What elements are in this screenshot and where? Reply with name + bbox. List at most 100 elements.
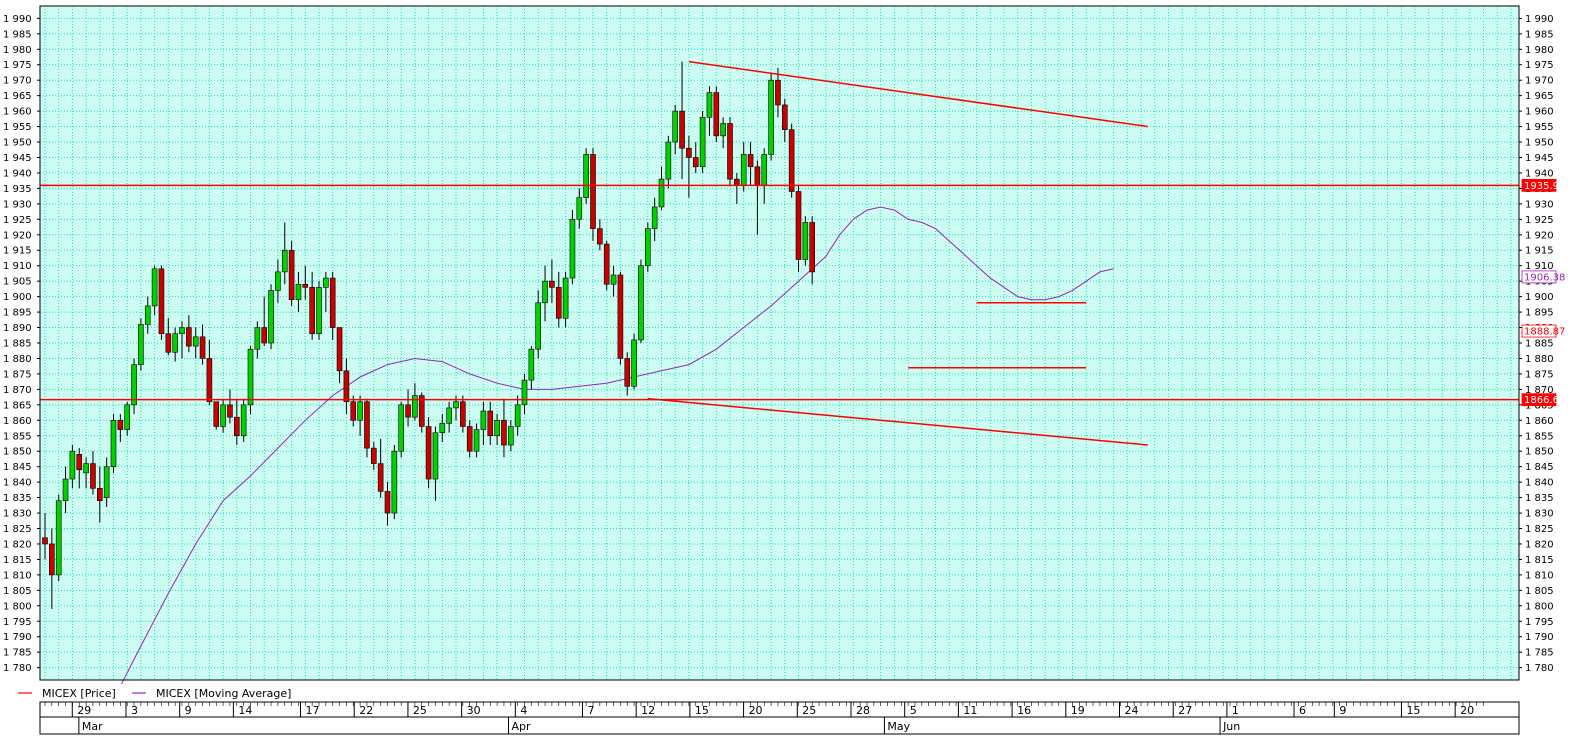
candle-body: [247, 348, 254, 406]
y-tick-label: 1 805: [3, 586, 32, 597]
candle-body: [747, 154, 754, 168]
day-label: 28: [856, 704, 870, 717]
y-tick-label: 1 955: [3, 122, 32, 133]
y-tick-label: 1 810: [3, 570, 32, 581]
day-label: 22: [359, 704, 373, 717]
candle-body: [713, 92, 720, 137]
y-tick-label: 1 820: [1525, 539, 1554, 550]
y-tick-label: 1 910: [3, 261, 32, 272]
day-label: 16: [1017, 704, 1031, 717]
y-tick-label: 1 940: [3, 168, 32, 179]
y-tick-label: 1 845: [1525, 462, 1554, 473]
date-axis: 29 3 9 14 17 22 25 30 4 7 12 15 20 25 28 5 11 16 19 24 27 1 6 9…: [39, 701, 1520, 735]
day-label: 14: [238, 704, 252, 717]
month-label: May: [887, 720, 910, 733]
candle-body: [453, 401, 459, 409]
candle-body: [329, 277, 336, 328]
candle-body: [97, 488, 103, 501]
candle-body: [302, 283, 309, 288]
left-price-axis: 1 780 1 785 1 790 1 795 1 800 1 805 1 810 1 815…: [3, 14, 40, 674]
y-tick-label: 1 950: [1525, 138, 1554, 149]
y-tick-label: 1 935: [3, 184, 32, 195]
day-label: 7: [587, 704, 594, 717]
y-tick-label: 1 960: [3, 107, 32, 118]
y-tick-label: 1 990: [3, 14, 32, 25]
candle-body: [795, 191, 802, 260]
y-tick-label: 1 830: [1525, 509, 1554, 520]
y-tick-label: 1 920: [1525, 230, 1554, 241]
y-tick-label: 1 785: [3, 648, 32, 659]
candle-body: [651, 206, 658, 229]
candle-body: [788, 129, 795, 192]
candlestick-chart[interactable]: 1 7801 7851 7901 7951 8001 8051 8101 815…: [0, 0, 1577, 735]
y-tick-label: 1 855: [1525, 431, 1554, 442]
candle-body: [357, 401, 363, 421]
candle-body: [131, 364, 137, 406]
y-tick-label: 1 780: [3, 663, 32, 674]
y-tick-label: 1 900: [3, 292, 32, 303]
candle-body: [281, 249, 288, 273]
day-label: 12: [641, 704, 655, 717]
candle-body: [768, 79, 774, 155]
y-tick-label: 1 815: [1525, 555, 1554, 566]
candle-body: [350, 401, 357, 421]
y-tick-label: 1 965: [1525, 91, 1554, 102]
candle-body: [199, 336, 206, 359]
y-tick-label: 1 780: [1525, 663, 1554, 674]
y-tick-label: 1 875: [3, 369, 32, 380]
candle-body: [699, 117, 706, 168]
y-tick-label: 1 985: [1525, 29, 1554, 40]
day-label: 20: [1460, 704, 1474, 717]
day-label: 6: [1299, 704, 1306, 717]
day-label: 3: [131, 704, 138, 717]
y-tick-label: 1 870: [3, 385, 32, 396]
legend: MICEX [Price] MICEX [Moving Average]: [0, 684, 1577, 701]
candle-body: [501, 419, 507, 446]
candle-body: [494, 419, 500, 437]
candle-body: [528, 348, 535, 381]
y-tick-label: 1 960: [1525, 107, 1554, 118]
y-tick-label: 1 800: [3, 601, 32, 612]
y-tick-label: 1 825: [1525, 524, 1554, 535]
candle-body: [644, 228, 651, 267]
month-label: Apr: [511, 720, 531, 733]
level-tag-value: 1935.99: [1524, 181, 1565, 192]
candle-body: [597, 228, 603, 245]
candle-body: [781, 104, 788, 130]
day-label: 29: [77, 704, 91, 717]
candle-body: [206, 358, 213, 403]
candle-body: [336, 327, 343, 372]
day-label: 20: [749, 704, 763, 717]
y-tick-label: 1 950: [3, 138, 32, 149]
y-tick-label: 1 885: [1525, 339, 1554, 350]
candle-body: [610, 274, 617, 285]
y-tick-label: 1 835: [3, 493, 32, 504]
candle-body: [549, 280, 555, 288]
y-tick-label: 1 860: [3, 416, 32, 427]
candle-body: [754, 166, 761, 186]
day-label: 24: [1125, 704, 1139, 717]
candle-body: [49, 543, 55, 576]
candle-body: [720, 123, 726, 137]
y-tick-label: 1 920: [3, 230, 32, 241]
y-tick-label: 1 835: [1525, 493, 1554, 504]
candle-body: [432, 432, 439, 480]
candle-body: [69, 450, 76, 480]
candle-body: [658, 178, 665, 208]
chart-window: 1 780 1 785 1 790 1 795 1 800 1 805 1 810 1 815…: [0, 0, 1577, 735]
candle-body: [370, 447, 377, 464]
y-tick-label: 1 865: [3, 400, 32, 411]
candle-body: [439, 423, 446, 433]
y-tick-label: 1 850: [3, 447, 32, 458]
candle-body: [672, 110, 679, 143]
day-label: 25: [413, 704, 427, 717]
y-tick-label: 1 790: [3, 632, 32, 643]
y-tick-label: 1 930: [3, 199, 32, 210]
candle-body: [569, 219, 576, 279]
candle-body: [227, 404, 233, 418]
candle-body: [288, 249, 295, 301]
y-tick-label: 1 785: [1525, 648, 1554, 659]
candle-body: [144, 305, 151, 325]
candle-body: [309, 287, 315, 335]
y-tick-label: 1 975: [1525, 60, 1554, 71]
